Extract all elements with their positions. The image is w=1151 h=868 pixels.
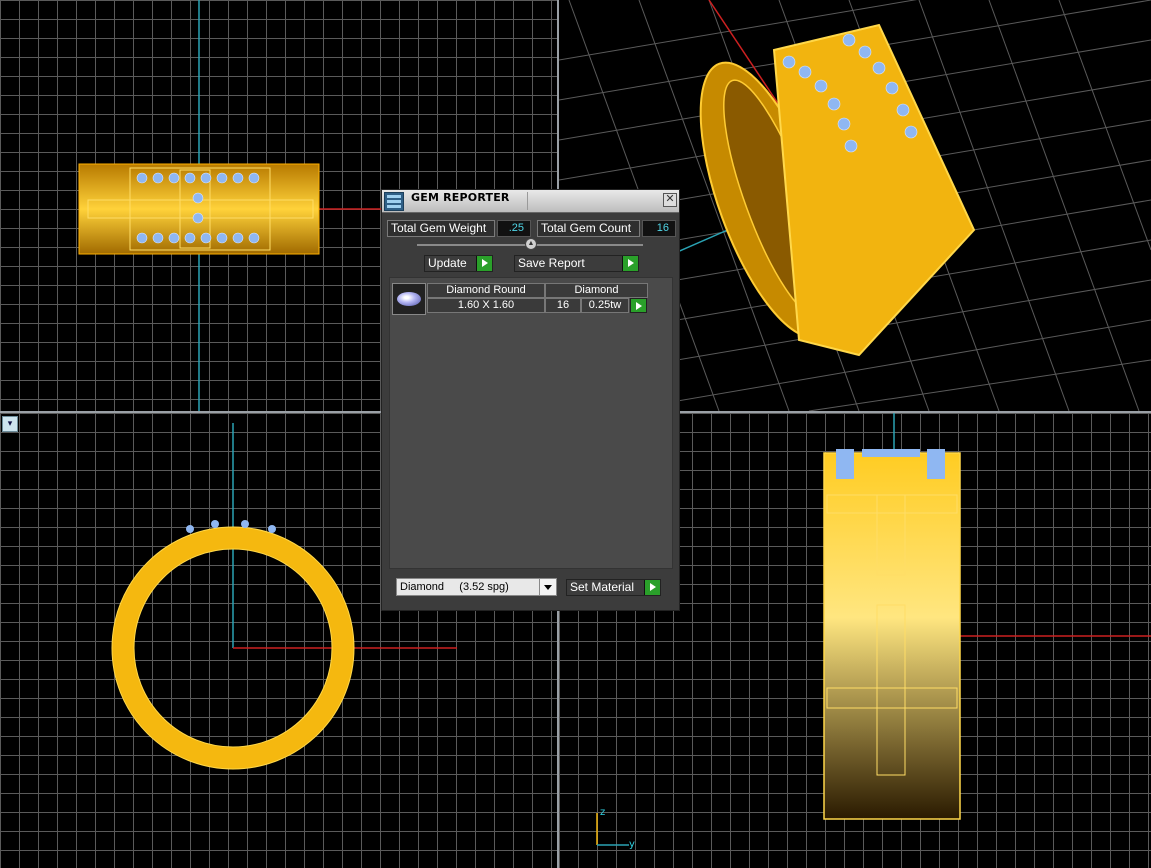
gem-row-action-button[interactable]	[630, 298, 647, 313]
save-report-button-label: Save Report	[518, 256, 585, 270]
total-gem-count-label: Total Gem Count	[537, 220, 640, 237]
update-button-label: Update	[428, 256, 467, 270]
set-material-button-label: Set Material	[570, 580, 635, 594]
total-gem-weight-value: .25	[497, 220, 531, 237]
viewport-menu-button[interactable]: ▾	[2, 416, 18, 432]
play-icon	[622, 256, 638, 271]
material-select[interactable]: Diamond (3.52 spg)	[396, 578, 557, 596]
ring-top-view	[78, 163, 320, 255]
gem-size: 1.60 X 1.60	[427, 298, 545, 313]
save-report-button[interactable]: Save Report	[514, 255, 639, 272]
axis-y-label: y	[629, 839, 635, 850]
gem-material: Diamond	[545, 283, 648, 298]
panel-titlebar[interactable]: GEM REPORTER ✕	[382, 190, 679, 213]
total-gem-count-value: 16	[642, 220, 676, 237]
close-icon[interactable]: ✕	[663, 193, 677, 207]
gem-shape-name: Diamond Round	[427, 283, 545, 298]
panel-title: GEM REPORTER	[411, 191, 510, 204]
axis-z-label: z	[600, 807, 606, 818]
gem-reporter-icon	[384, 192, 404, 211]
play-icon	[476, 256, 492, 271]
play-icon	[631, 299, 646, 312]
title-separator	[527, 192, 528, 210]
chevron-down-icon[interactable]	[539, 579, 556, 595]
set-material-button[interactable]: Set Material	[566, 579, 661, 596]
update-button[interactable]: Update	[424, 255, 493, 272]
material-select-value: Diamond (3.52 spg)	[400, 581, 509, 593]
gem-count: 16	[545, 298, 581, 313]
gem-list: Diamond Round Diamond 1.60 X 1.60 16 0.2…	[389, 277, 673, 569]
round-diamond-thumbnail	[392, 283, 426, 315]
gem-reporter-panel: GEM REPORTER ✕ Total Gem Weight .25 Tota…	[381, 189, 680, 611]
play-icon	[644, 580, 660, 595]
gem-weight: 0.25tw	[581, 298, 629, 313]
ring-side-view	[823, 449, 961, 820]
total-gem-weight-label: Total Gem Weight	[387, 220, 495, 237]
ring-perspective-view	[699, 23, 976, 357]
panel-splitter-handle[interactable]: ▲	[525, 238, 537, 250]
